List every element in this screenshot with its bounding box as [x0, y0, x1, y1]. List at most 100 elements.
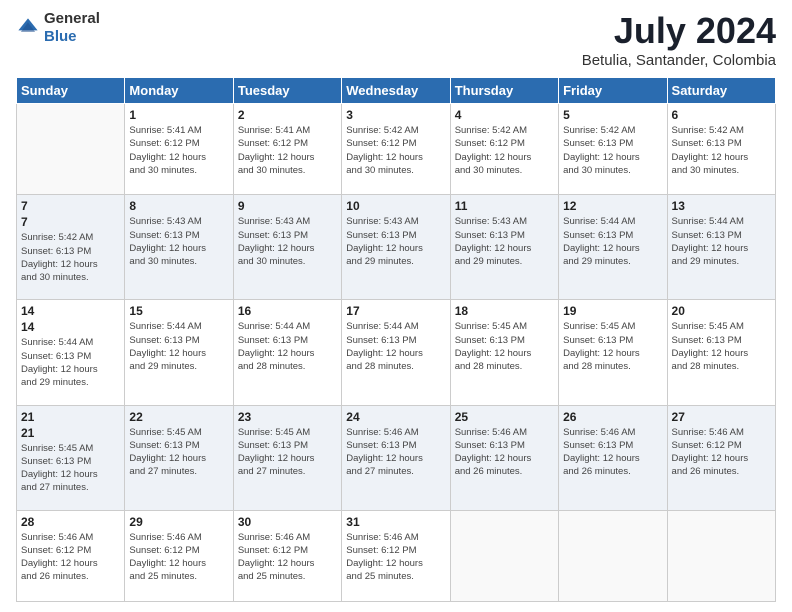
- table-cell: 11 Sunrise: 5:43 AMSunset: 6:13 PMDayligh…: [450, 195, 558, 300]
- day-number: 29: [129, 515, 228, 529]
- day-number: 16: [238, 304, 337, 318]
- day-info: Sunrise: 5:43 AMSunset: 6:13 PMDaylight:…: [238, 215, 337, 268]
- day-info: Sunrise: 5:41 AMSunset: 6:12 PMDaylight:…: [238, 124, 337, 177]
- month-year: July 2024: [582, 10, 776, 52]
- day-number: 14: [21, 304, 120, 318]
- table-cell: 16 Sunrise: 5:44 AMSunset: 6:13 PMDayligh…: [233, 300, 341, 405]
- table-cell: 22Sunrise: 5:45 AMSunset: 6:13 PMDayligh…: [125, 405, 233, 510]
- day-info: Sunrise: 5:42 AMSunset: 6:12 PMDaylight:…: [455, 124, 554, 177]
- day-info: Sunrise: 5:43 AMSunset: 6:13 PMDaylight:…: [129, 215, 228, 268]
- table-row: 28 Sunrise: 5:46 AMSunset: 6:12 PMDayligh…: [17, 510, 776, 601]
- col-tuesday: Tuesday: [233, 78, 341, 104]
- header: General Blue July 2024 Betulia, Santande…: [16, 10, 776, 69]
- day-number: 23: [238, 410, 337, 424]
- table-cell: 26Sunrise: 5:46 AMSunset: 6:13 PMDayligh…: [559, 405, 667, 510]
- day-number: 11: [455, 199, 554, 213]
- day-number: 7: [21, 199, 120, 213]
- day-info: Sunrise: 5:44 AMSunset: 6:13 PMDaylight:…: [238, 320, 337, 373]
- day-number: 21: [21, 410, 120, 424]
- table-row: 21 21 Sunrise: 5:45 AMSunset: 6:13 PMDayli…: [17, 405, 776, 510]
- table-row: 1 Sunrise: 5:41 AMSunset: 6:12 PMDaylight…: [17, 104, 776, 195]
- day-number: 1: [129, 108, 228, 122]
- day-info: Sunrise: 5:46 AMSunset: 6:12 PMDaylight:…: [129, 531, 228, 584]
- day-number: 10: [346, 199, 445, 213]
- day-info: Sunrise: 5:42 AMSunset: 6:12 PMDaylight:…: [346, 124, 445, 177]
- day-number: 6: [672, 108, 771, 122]
- day-number: 24: [346, 410, 445, 424]
- table-cell: 77Sunrise: 5:42 AMSunset: 6:13 PMDayligh…: [17, 195, 125, 300]
- day-info: Sunrise: 5:41 AMSunset: 6:12 PMDaylight:…: [129, 124, 228, 177]
- day-info: Sunrise: 5:44 AMSunset: 6:13 PMDaylight:…: [129, 320, 228, 373]
- table-cell: 25Sunrise: 5:46 AMSunset: 6:13 PMDayligh…: [450, 405, 558, 510]
- day-info: Sunrise: 5:46 AMSunset: 6:13 PMDaylight:…: [346, 426, 445, 479]
- day-number: 13: [672, 199, 771, 213]
- day-info: Sunrise: 5:46 AMSunset: 6:13 PMDaylight:…: [455, 426, 554, 479]
- day-number: 20: [672, 304, 771, 318]
- col-wednesday: Wednesday: [342, 78, 450, 104]
- table-cell: 17 Sunrise: 5:44 AMSunset: 6:13 PMDayligh…: [342, 300, 450, 405]
- day-info: Sunrise: 5:43 AMSunset: 6:13 PMDaylight:…: [455, 215, 554, 268]
- logo-general: General: [44, 10, 100, 27]
- table-cell: 24 Sunrise: 5:46 AMSunset: 6:13 PMDayligh…: [342, 405, 450, 510]
- table-cell: 6 Sunrise: 5:42 AMSunset: 6:13 PMDaylight…: [667, 104, 775, 195]
- day-number: 9: [238, 199, 337, 213]
- table-cell: 2 Sunrise: 5:41 AMSunset: 6:12 PMDaylight…: [233, 104, 341, 195]
- day-info: Sunrise: 5:42 AMSunset: 6:13 PMDaylight:…: [563, 124, 662, 177]
- day-info: Sunrise: 5:43 AMSunset: 6:13 PMDaylight:…: [346, 215, 445, 268]
- day-number: 19: [563, 304, 662, 318]
- table-cell: 1414Sunrise: 5:44 AMSunset: 6:13 PMDayli…: [17, 300, 125, 405]
- table-cell: 1 Sunrise: 5:41 AMSunset: 6:12 PMDaylight…: [125, 104, 233, 195]
- table-cell: [17, 104, 125, 195]
- day-info: Sunrise: 5:46 AMSunset: 6:12 PMDaylight:…: [21, 531, 120, 584]
- day-info: Sunrise: 5:44 AMSunset: 6:13 PMDaylight:…: [672, 215, 771, 268]
- table-cell: 4 Sunrise: 5:42 AMSunset: 6:12 PMDaylight…: [450, 104, 558, 195]
- table-row: 1414Sunrise: 5:44 AMSunset: 6:13 PMDayli…: [17, 300, 776, 405]
- day-number: 7: [21, 215, 120, 229]
- day-number: 30: [238, 515, 337, 529]
- day-number: 17: [346, 304, 445, 318]
- calendar-table: Sunday Monday Tuesday Wednesday Thursday…: [16, 77, 776, 602]
- col-friday: Friday: [559, 78, 667, 104]
- table-cell: 10 Sunrise: 5:43 AMSunset: 6:13 PMDayligh…: [342, 195, 450, 300]
- day-info: Sunrise: 5:46 AMSunset: 6:12 PMDaylight:…: [238, 531, 337, 584]
- day-number: 21: [21, 426, 120, 440]
- logo-icon: [16, 16, 40, 40]
- day-info: Sunrise: 5:46 AMSunset: 6:12 PMDaylight:…: [346, 531, 445, 584]
- table-cell: 3 Sunrise: 5:42 AMSunset: 6:12 PMDaylight…: [342, 104, 450, 195]
- page: General Blue July 2024 Betulia, Santande…: [0, 0, 792, 612]
- col-thursday: Thursday: [450, 78, 558, 104]
- day-number: 31: [346, 515, 445, 529]
- table-cell: 13 Sunrise: 5:44 AMSunset: 6:13 PMDayligh…: [667, 195, 775, 300]
- day-number: 12: [563, 199, 662, 213]
- day-number: 3: [346, 108, 445, 122]
- day-info: Sunrise: 5:44 AMSunset: 6:13 PMDaylight:…: [346, 320, 445, 373]
- col-sunday: Sunday: [17, 78, 125, 104]
- table-cell: 8 Sunrise: 5:43 AMSunset: 6:13 PMDaylight…: [125, 195, 233, 300]
- location: Betulia, Santander, Colombia: [582, 52, 776, 69]
- day-info: Sunrise: 5:45 AMSunset: 6:13 PMDaylight:…: [238, 426, 337, 479]
- table-cell: 30 Sunrise: 5:46 AMSunset: 6:12 PMDayligh…: [233, 510, 341, 601]
- day-info: Sunrise: 5:45 AMSunset: 6:13 PMDaylight:…: [455, 320, 554, 373]
- table-cell: 27 Sunrise: 5:46 AMSunset: 6:12 PMDayligh…: [667, 405, 775, 510]
- header-row: Sunday Monday Tuesday Wednesday Thursday…: [17, 78, 776, 104]
- table-cell: [450, 510, 558, 601]
- day-number: 15: [129, 304, 228, 318]
- day-info: Sunrise: 5:46 AMSunset: 6:12 PMDaylight:…: [672, 426, 771, 479]
- table-cell: 5Sunrise: 5:42 AMSunset: 6:13 PMDaylight…: [559, 104, 667, 195]
- day-info: Sunrise: 5:45 AMSunset: 6:13 PMDaylight:…: [563, 320, 662, 373]
- table-cell: 20 Sunrise: 5:45 AMSunset: 6:13 PMDayligh…: [667, 300, 775, 405]
- col-monday: Monday: [125, 78, 233, 104]
- day-number: 2: [238, 108, 337, 122]
- day-number: 18: [455, 304, 554, 318]
- col-saturday: Saturday: [667, 78, 775, 104]
- day-number: 4: [455, 108, 554, 122]
- day-number: 8: [129, 199, 228, 213]
- day-info: Sunrise: 5:45 AMSunset: 6:13 PMDaylight:…: [672, 320, 771, 373]
- day-number: 27: [672, 410, 771, 424]
- day-number: 28: [21, 515, 120, 529]
- logo: General Blue: [16, 10, 100, 46]
- day-info: Sunrise: 5:42 AMSunset: 6:13 PMDaylight:…: [672, 124, 771, 177]
- table-cell: 18 Sunrise: 5:45 AMSunset: 6:13 PMDayligh…: [450, 300, 558, 405]
- title-area: July 2024 Betulia, Santander, Colombia: [582, 10, 776, 69]
- table-cell: 29 Sunrise: 5:46 AMSunset: 6:12 PMDayligh…: [125, 510, 233, 601]
